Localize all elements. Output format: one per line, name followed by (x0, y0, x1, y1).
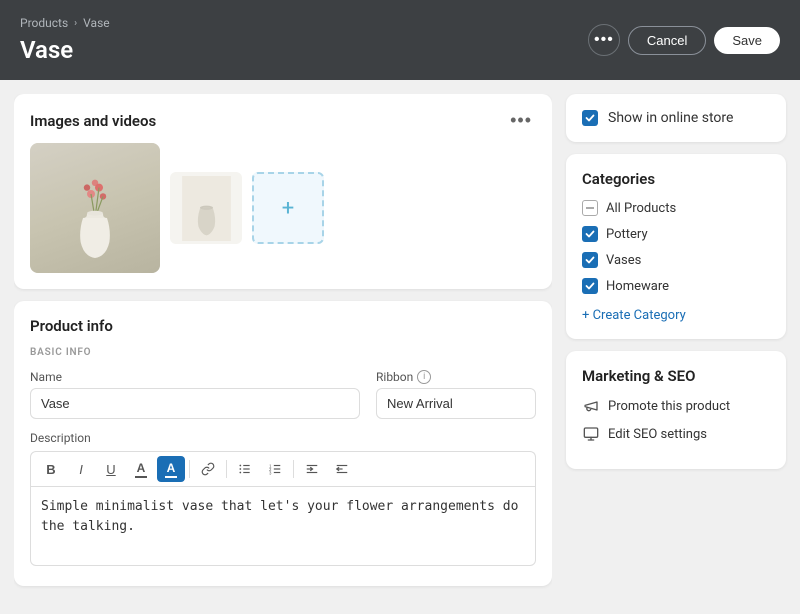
product-info-card: Product info BASIC INFO Name Ribbon i De… (14, 301, 552, 586)
save-button[interactable]: Save (714, 27, 780, 54)
description-label: Description (30, 431, 536, 445)
homeware-label: Homeware (606, 279, 669, 294)
add-icon: + (282, 196, 294, 221)
main-content: Images and videos ••• (0, 80, 800, 614)
seo-settings-icon (582, 425, 600, 443)
marketing-seo-card: Marketing & SEO Promote this product (566, 351, 786, 469)
ribbon-input[interactable] (376, 388, 536, 419)
text-color-button[interactable]: A (127, 456, 155, 482)
edit-seo-item[interactable]: Edit SEO settings (582, 425, 770, 443)
name-label: Name (30, 370, 360, 384)
vases-checkbox[interactable] (582, 252, 598, 268)
images-more-button[interactable]: ••• (506, 110, 536, 131)
ordered-list-button[interactable]: 1 2 3 (261, 456, 289, 482)
description-textarea[interactable] (30, 486, 536, 566)
vases-label: Vases (606, 253, 641, 268)
product-info-title: Product info (30, 317, 113, 335)
category-homeware[interactable]: Homeware (582, 278, 770, 294)
all-products-label: All Products (606, 201, 676, 216)
category-vases[interactable]: Vases (582, 252, 770, 268)
name-input[interactable] (30, 388, 360, 419)
name-group: Name (30, 370, 360, 419)
underline-button[interactable]: U (97, 456, 125, 482)
bold-button[interactable]: B (37, 456, 65, 482)
bullet-list-button[interactable] (231, 456, 259, 482)
megaphone-icon (582, 397, 600, 415)
create-category-link[interactable]: + Create Category (582, 308, 686, 323)
ribbon-info-icon[interactable]: i (417, 370, 431, 384)
breadcrumb-parent[interactable]: Products (20, 16, 68, 30)
header: Products › Vase Vase ••• Cancel Save (0, 0, 800, 80)
categories-card: Categories All Products Pottery (566, 154, 786, 339)
online-store-label: Show in online store (608, 110, 733, 126)
name-ribbon-row: Name Ribbon i (30, 370, 536, 419)
images-card: Images and videos ••• (14, 94, 552, 289)
add-image-button[interactable]: + (252, 172, 324, 244)
header-actions: ••• Cancel Save (588, 24, 780, 56)
pottery-checkbox[interactable] (582, 226, 598, 242)
ribbon-label-group: Ribbon i (376, 370, 536, 384)
more-options-button[interactable]: ••• (588, 24, 620, 56)
indent-button[interactable] (298, 456, 326, 482)
breadcrumb-current: Vase (83, 16, 109, 30)
promote-label: Promote this product (608, 399, 730, 414)
ribbon-group: Ribbon i (376, 370, 536, 419)
description-toolbar: B I U A A (30, 451, 536, 486)
images-grid: + (30, 143, 536, 273)
main-product-image[interactable] (30, 143, 160, 273)
link-button[interactable] (194, 456, 222, 482)
highlight-button[interactable]: A (157, 456, 185, 482)
online-store-row: Show in online store (582, 110, 770, 126)
svg-text:3: 3 (269, 470, 272, 475)
main-image-preview (30, 143, 160, 273)
toolbar-separator-3 (293, 460, 294, 478)
seo-settings-label: Edit SEO settings (608, 427, 707, 442)
marketing-title: Marketing & SEO (582, 367, 770, 385)
basic-info-label: BASIC INFO (30, 347, 536, 358)
all-products-checkbox[interactable] (582, 200, 598, 216)
breadcrumb-separator: › (74, 18, 77, 29)
images-card-header: Images and videos ••• (30, 110, 536, 131)
right-column: Show in online store Categories All Prod… (566, 94, 786, 600)
promote-product-item[interactable]: Promote this product (582, 397, 770, 415)
toolbar-separator-1 (189, 460, 190, 478)
category-pottery[interactable]: Pottery (582, 226, 770, 242)
online-store-checkbox[interactable] (582, 110, 598, 126)
ribbon-label: Ribbon (376, 370, 413, 384)
pottery-label: Pottery (606, 227, 648, 242)
toolbar-separator-2 (226, 460, 227, 478)
online-store-card: Show in online store (566, 94, 786, 142)
outdent-button[interactable] (328, 456, 356, 482)
homeware-checkbox[interactable] (582, 278, 598, 294)
cancel-button[interactable]: Cancel (628, 26, 706, 55)
product-info-header: Product info (30, 317, 536, 335)
images-title: Images and videos (30, 112, 156, 130)
categories-title: Categories (582, 170, 770, 188)
category-all-products[interactable]: All Products (582, 200, 770, 216)
product-thumbnail-1[interactable] (170, 172, 242, 244)
italic-button[interactable]: I (67, 456, 95, 482)
left-column: Images and videos ••• (14, 94, 552, 600)
